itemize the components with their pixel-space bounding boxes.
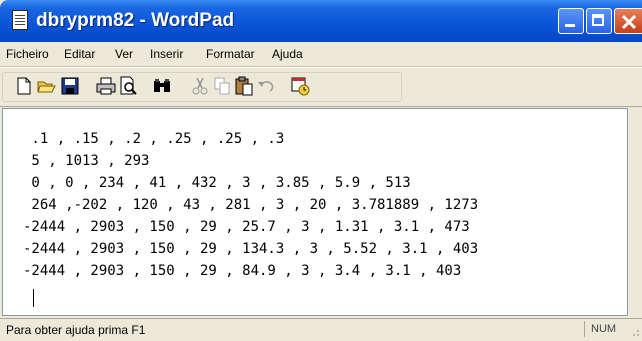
menu-formatar[interactable]: Formatar	[206, 47, 255, 61]
menu-ajuda[interactable]: Ajuda	[272, 47, 303, 61]
save-icon[interactable]	[60, 76, 80, 96]
open-folder-icon[interactable]	[36, 76, 56, 96]
find-icon[interactable]	[152, 76, 172, 96]
num-lock-indicator: NUM	[584, 321, 624, 337]
title-bar[interactable]: dbryprm82 - WordPad	[0, 0, 642, 42]
menu-editar[interactable]: Editar	[64, 47, 95, 61]
document-line: -2444 , 2903 , 150 , 29 , 84.9 , 3 , 3.4…	[23, 263, 462, 279]
document-line: -2444 , 2903 , 150 , 29 , 134.3 , 3 , 5.…	[23, 241, 479, 257]
document-line: 264 ,-202 , 120 , 43 , 281 , 3 , 20 , 3.…	[23, 197, 479, 213]
insert-date-time-icon[interactable]	[290, 76, 310, 96]
print-icon[interactable]	[96, 76, 116, 96]
toolbar	[0, 67, 642, 107]
menu-ficheiro[interactable]: Ficheiro	[6, 47, 49, 61]
text-caret	[33, 289, 34, 307]
document-line: 5 , 1013 , 293	[23, 153, 150, 169]
copy-icon[interactable]	[212, 76, 232, 96]
maximize-button[interactable]	[586, 8, 612, 34]
status-bar: Para obter ajuda prima F1 NUM	[0, 318, 642, 341]
document-line: .1 , .15 , .2 , .25 , .25 , .3	[23, 131, 285, 147]
wordpad-window: dbryprm82 - WordPad Ficheiro Editar Ver …	[0, 0, 642, 341]
status-help-text: Para obter ajuda prima F1	[6, 323, 146, 337]
window-border	[628, 108, 642, 316]
minimize-button[interactable]	[558, 8, 584, 34]
close-icon	[621, 14, 637, 30]
document-editor[interactable]: .1 , .15 , .2 , .25 , .25 , .3 5 , 1013 …	[2, 108, 628, 316]
close-button[interactable]	[614, 8, 642, 34]
print-preview-icon[interactable]	[118, 76, 138, 96]
document-line: -2444 , 2903 , 150 , 29 , 25.7 , 3 , 1.3…	[23, 219, 470, 235]
menu-bar: Ficheiro Editar Ver Inserir Formatar Aju…	[0, 42, 642, 67]
menu-ver[interactable]: Ver	[115, 47, 133, 61]
menu-inserir[interactable]: Inserir	[150, 47, 183, 61]
window-title: dbryprm82 - WordPad	[36, 10, 235, 31]
undo-icon[interactable]	[256, 76, 276, 96]
paste-icon[interactable]	[234, 76, 254, 96]
resize-grip-icon[interactable]	[628, 325, 640, 337]
cut-icon[interactable]	[190, 76, 210, 96]
document-line: 0 , 0 , 234 , 41 , 432 , 3 , 3.85 , 5.9 …	[23, 175, 411, 191]
new-document-icon[interactable]	[14, 76, 34, 96]
wordpad-document-icon[interactable]	[12, 10, 28, 30]
